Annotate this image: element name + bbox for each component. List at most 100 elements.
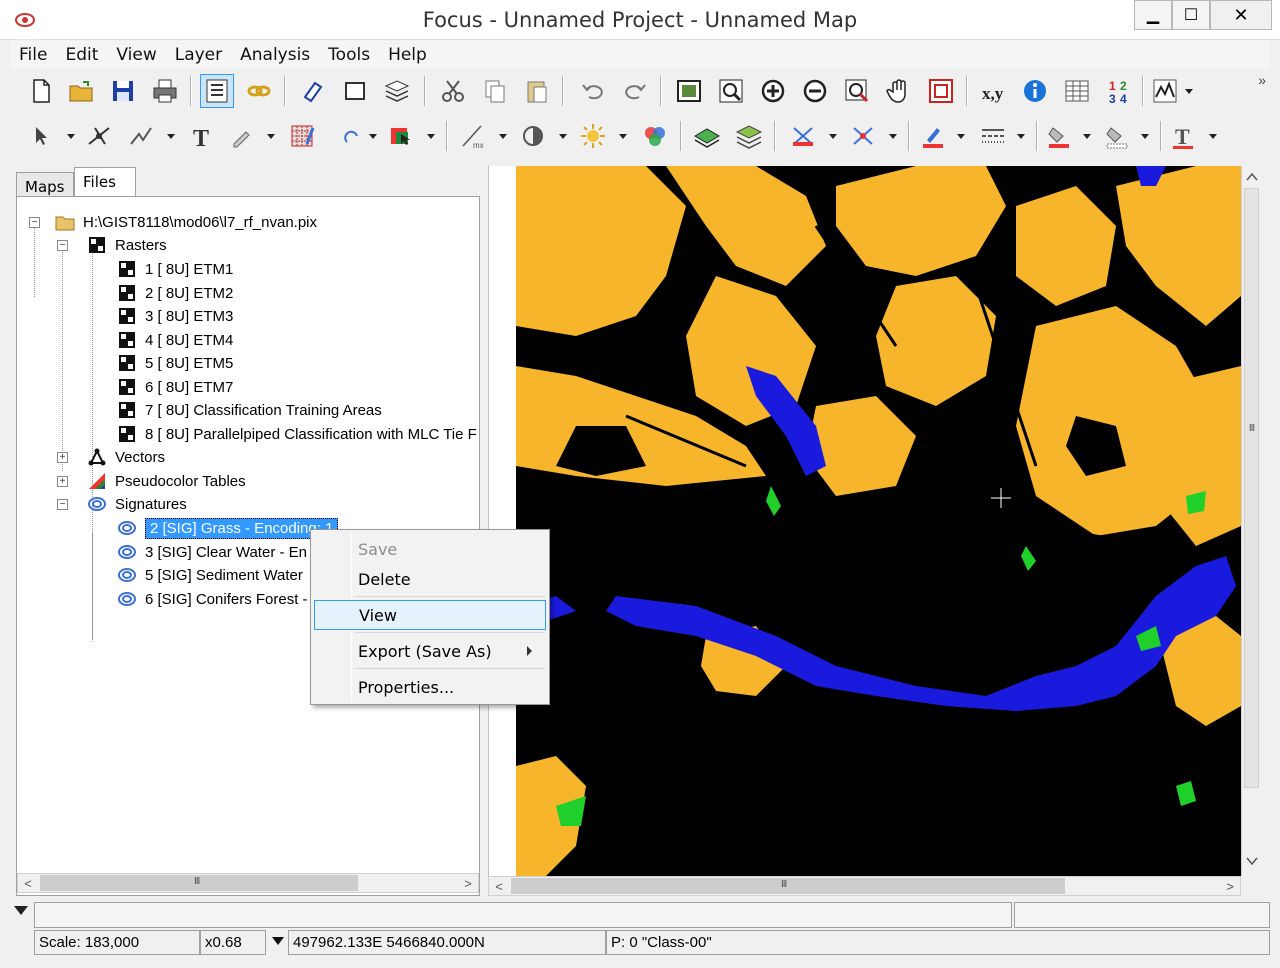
status-dropdown-icon[interactable] xyxy=(14,906,28,915)
attribute-table-button[interactable] xyxy=(1060,74,1094,108)
paste-button[interactable] xyxy=(520,74,554,108)
line-style-dropdown-icon[interactable] xyxy=(1016,131,1026,141)
draw-tool-button[interactable] xyxy=(226,119,260,153)
fill-pattern-button[interactable] xyxy=(1100,119,1134,153)
tree-raster-item[interactable]: 3 [ 8U] ETM3 xyxy=(117,305,233,327)
context-properties-item[interactable]: Properties... xyxy=(314,672,546,702)
text-style-dropdown-icon[interactable] xyxy=(1208,131,1218,141)
brightness-dropdown-icon[interactable] xyxy=(618,131,628,141)
vector-edit-button[interactable] xyxy=(786,119,820,153)
tree-raster-item[interactable]: 4 [ 8U] ETM4 xyxy=(117,329,233,351)
map-vertical-scrollbar[interactable]: III xyxy=(1241,166,1261,876)
contrast-button[interactable] xyxy=(516,119,550,153)
zoom-window-button[interactable] xyxy=(714,74,748,108)
select-dropdown-icon[interactable] xyxy=(66,131,76,141)
fill-pattern-dropdown-icon[interactable] xyxy=(1140,131,1150,141)
new-file-button[interactable] xyxy=(24,74,58,108)
zoom-to-layer-button[interactable] xyxy=(840,74,874,108)
fill-color-dropdown-icon[interactable] xyxy=(1082,131,1092,141)
context-delete-item[interactable]: Delete xyxy=(314,564,546,594)
expand-pct-toggle[interactable]: + xyxy=(57,476,68,487)
contrast-dropdown-icon[interactable] xyxy=(558,131,568,141)
fill-color-button[interactable] xyxy=(1042,119,1076,153)
line-color-dropdown-icon[interactable] xyxy=(956,131,966,141)
line-dropdown-icon[interactable] xyxy=(166,131,176,141)
fill-tool-button[interactable] xyxy=(336,119,370,153)
tree-raster-item[interactable]: 8 [ 8U] Parallelpiped Classification wit… xyxy=(117,423,477,445)
map-hscroll-thumb[interactable] xyxy=(511,878,1065,894)
open-file-button[interactable] xyxy=(64,74,98,108)
tree-signature-item-selected[interactable]: 2 [SIG] Grass - Encoding: 1 xyxy=(117,517,339,539)
maximize-button[interactable]: ☐ xyxy=(1172,0,1210,30)
histogram-button[interactable] xyxy=(1148,74,1182,108)
collapse-root-toggle[interactable]: − xyxy=(29,217,40,228)
text-button[interactable]: T xyxy=(184,119,218,153)
overview-button[interactable] xyxy=(924,74,958,108)
info-button[interactable] xyxy=(1018,74,1052,108)
menu-help[interactable]: Help xyxy=(379,45,436,65)
coordinates-button[interactable]: x,y xyxy=(976,74,1010,108)
tree-signature-item[interactable]: 3 [SIG] Clear Water - En xyxy=(117,541,307,563)
tree-rasters-group[interactable]: Rasters xyxy=(87,234,167,256)
line-style-button[interactable] xyxy=(976,119,1010,153)
rgb-button[interactable] xyxy=(638,119,672,153)
draw-dropdown-icon[interactable] xyxy=(266,131,276,141)
transform-button[interactable]: mx xyxy=(456,119,490,153)
tree-raster-item[interactable]: 6 [ 8U] ETM7 xyxy=(117,376,233,398)
context-export-item[interactable]: Export (Save As) xyxy=(314,636,546,666)
map-canvas[interactable] xyxy=(516,166,1241,876)
scroll-up-arrow-icon[interactable] xyxy=(1246,172,1258,182)
menu-view[interactable]: View xyxy=(107,45,165,65)
pan-button[interactable] xyxy=(882,74,916,108)
recode-button[interactable] xyxy=(384,119,418,153)
tab-files[interactable]: Files xyxy=(74,167,136,197)
tree-pct-group[interactable]: Pseudocolor Tables xyxy=(87,470,246,492)
context-view-item[interactable]: View xyxy=(314,600,546,630)
map-vscroll-thumb[interactable] xyxy=(1244,188,1259,788)
undo-button[interactable] xyxy=(576,74,610,108)
collapse-rasters-toggle[interactable]: − xyxy=(57,240,68,251)
scroll-right-arrow-icon[interactable]: > xyxy=(1220,877,1240,895)
print-button[interactable] xyxy=(148,74,182,108)
tree-raster-item[interactable]: 5 [ 8U] ETM5 xyxy=(117,352,233,374)
zoom-extents-button[interactable] xyxy=(672,74,706,108)
transform-dropdown-icon[interactable] xyxy=(498,131,508,141)
toolbar-overflow-icon[interactable]: » xyxy=(1258,72,1266,88)
tree-horizontal-scrollbar[interactable]: < III > xyxy=(17,873,479,893)
scroll-right-arrow-icon[interactable]: > xyxy=(458,874,478,892)
vector-edit-dropdown-icon[interactable] xyxy=(828,131,838,141)
tree-signature-item[interactable]: 5 [SIG] Sediment Water xyxy=(117,564,303,586)
minimize-button[interactable]: ▁ xyxy=(1134,0,1172,30)
layer-view-button[interactable] xyxy=(690,119,724,153)
line-color-button[interactable] xyxy=(916,119,950,153)
save-button[interactable] xyxy=(106,74,140,108)
close-button[interactable]: ✕ xyxy=(1210,0,1272,30)
erase-button[interactable] xyxy=(296,74,330,108)
histogram-dropdown-icon[interactable] xyxy=(1184,86,1194,96)
new-window-button[interactable] xyxy=(338,74,372,108)
tree-signatures-group[interactable]: Signatures xyxy=(87,493,187,515)
menu-layer[interactable]: Layer xyxy=(166,45,231,65)
zoom-in-button[interactable] xyxy=(756,74,790,108)
numeric-values-button[interactable]: 1234 xyxy=(1102,74,1136,108)
tree-signature-item[interactable]: 6 [SIG] Conifers Forest - xyxy=(117,588,308,610)
coordinate-dropdown-icon[interactable] xyxy=(272,937,284,945)
tab-maps[interactable]: Maps xyxy=(16,172,74,199)
redo-button[interactable] xyxy=(618,74,652,108)
edit-vertex-button[interactable] xyxy=(82,119,116,153)
collapse-signatures-toggle[interactable]: − xyxy=(57,499,68,510)
cut-button[interactable] xyxy=(436,74,470,108)
tree-vectors-group[interactable]: Vectors xyxy=(87,446,165,468)
map-horizontal-scrollbar[interactable]: < III > xyxy=(488,876,1241,896)
tree-raster-item[interactable]: 1 [ 8U] ETM1 xyxy=(117,258,233,280)
menu-file[interactable]: File xyxy=(10,45,56,65)
expand-vectors-toggle[interactable]: + xyxy=(57,452,68,463)
tree-raster-item[interactable]: 2 [ 8U] ETM2 xyxy=(117,282,233,304)
menu-analysis[interactable]: Analysis xyxy=(231,45,319,65)
raster-edit-button[interactable] xyxy=(286,119,320,153)
brightness-button[interactable] xyxy=(576,119,610,153)
menu-tools[interactable]: Tools xyxy=(319,45,379,65)
scroll-left-arrow-icon[interactable]: < xyxy=(489,877,509,895)
layers-button[interactable] xyxy=(380,74,414,108)
scroll-left-arrow-icon[interactable]: < xyxy=(18,874,38,892)
